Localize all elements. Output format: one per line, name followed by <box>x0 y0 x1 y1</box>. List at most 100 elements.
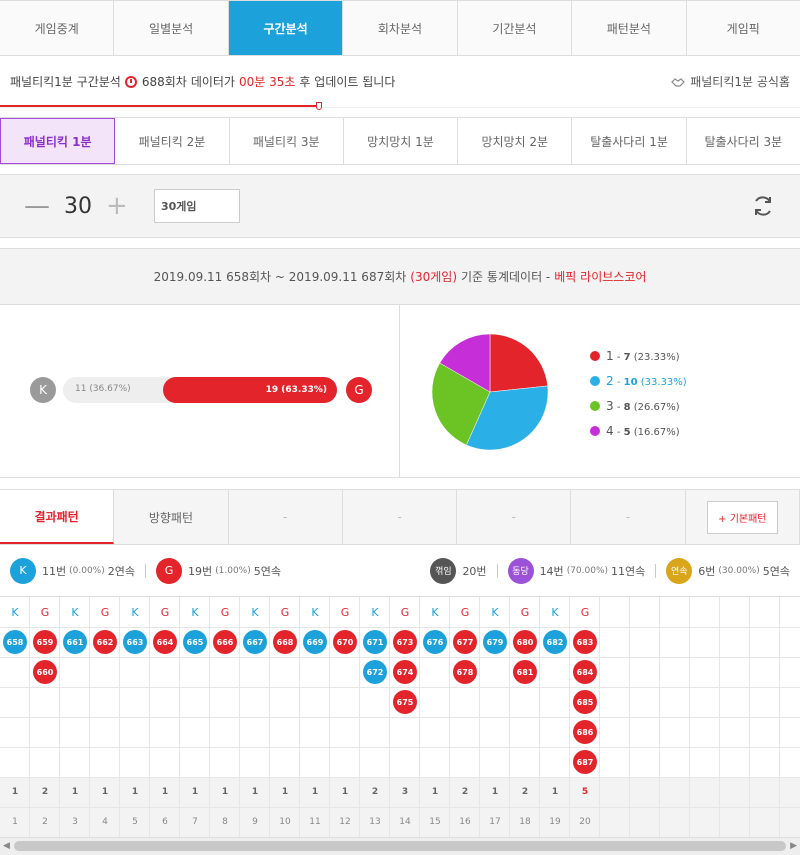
k-ball: 661 <box>63 630 87 654</box>
tab-direction-pattern[interactable]: 방향패턴 <box>114 490 229 544</box>
subtab-ladder-3[interactable]: 탈출사다리 3분 <box>687 118 800 164</box>
summary-g-pct: (1.00%) <box>215 565 251 576</box>
g-ball: 668 <box>273 630 297 654</box>
summary-g-badge: G <box>156 557 182 584</box>
legend-item-3: 3 - 8 (26.67%) <box>590 393 687 418</box>
summary-yeon-run: 5연속 <box>762 564 790 578</box>
grid-column <box>690 597 720 837</box>
summary-yeon-pct: (30.00%) <box>718 565 760 576</box>
g-ball: 670 <box>333 630 357 654</box>
plus-button[interactable]: + <box>106 191 136 221</box>
subtab-penalty-3[interactable]: 패널티킥 3분 <box>230 118 344 164</box>
run-count: 5 <box>581 787 589 797</box>
tab-result-pattern[interactable]: 결과패턴 <box>0 490 115 544</box>
pie-area: 1 - 7 (23.33%) 2 - 10 (33.33%) 3 - 8 (26.6… <box>400 305 800 477</box>
column-header: K <box>431 605 439 619</box>
game-count-control: — 30 + 30게임 <box>0 174 800 238</box>
summary-dong-count: 14번 <box>539 564 564 578</box>
column-header: K <box>191 605 199 619</box>
column-header: G <box>340 605 350 619</box>
legend-item-4: 4 - 5 (16.67%) <box>590 418 687 443</box>
scroll-left-icon[interactable]: ◀ <box>3 841 10 851</box>
column-index: 17 <box>489 817 501 827</box>
k-ball: 676 <box>423 630 447 654</box>
tab-period-analysis[interactable]: 기간분석 <box>458 1 573 55</box>
tab-section-analysis[interactable]: 구간분석 <box>228 1 344 55</box>
column-index: 11 <box>309 817 321 827</box>
minus-button[interactable]: — <box>24 191 54 221</box>
g-ball: 673 <box>393 630 417 654</box>
stat-header: 2019.09.11 658회차 ~ 2019.09.11 687회차 (30게… <box>0 248 800 304</box>
basic-pattern-button[interactable]: + 기본패턴 <box>707 500 778 534</box>
column-header: G <box>100 605 110 619</box>
column-index: 6 <box>162 817 168 827</box>
column-index: 2 <box>42 817 48 827</box>
kg-ratio: K 11 (36.67%) 19 (63.33%) G <box>0 305 400 477</box>
g-ratio-fill: 19 (63.33%) <box>163 377 337 403</box>
column-index: 1 <box>12 817 18 827</box>
summary-k-badge: K <box>10 557 36 584</box>
subtab-hammer-2[interactable]: 망치망치 2분 <box>458 118 573 164</box>
summary-k-run: 2연속 <box>107 564 135 578</box>
pie-slice-1 <box>489 333 548 393</box>
scroll-thumb[interactable] <box>14 841 786 851</box>
tab-daily-analysis[interactable]: 일별분석 <box>114 1 229 55</box>
grid-column <box>600 597 630 837</box>
run-count: 2 <box>461 787 469 797</box>
g-ball: 678 <box>453 660 477 684</box>
column-header: K <box>251 605 259 619</box>
grid-column <box>630 597 660 837</box>
legend-text: 1 - 7 (23.33%) <box>606 348 680 363</box>
legend-dot <box>590 400 600 411</box>
summary-g-count: 19번 <box>188 564 213 578</box>
k-ball: 671 <box>363 630 387 654</box>
column-header: G <box>280 605 290 619</box>
column-header: G <box>220 605 230 619</box>
g-ball: 686 <box>573 720 597 744</box>
g-ball: 664 <box>153 630 177 654</box>
g-ball: 685 <box>573 690 597 714</box>
subtab-hammer-1[interactable]: 망치망치 1분 <box>344 118 459 164</box>
column-index: 12 <box>339 817 351 827</box>
official-home-link[interactable]: 패널티킥1분 공식홈 <box>671 73 790 90</box>
horizontal-scrollbar[interactable]: ◀ ▶ <box>0 837 800 855</box>
game-count: 30 <box>64 193 92 219</box>
legend-dot <box>590 375 600 386</box>
run-count: 3 <box>401 787 409 797</box>
stat-text: 기준 통계데이터 - <box>461 270 551 284</box>
summary-yeon-badge: 연속 <box>666 557 693 584</box>
subtab-penalty-1[interactable]: 패널티킥 1분 <box>0 118 116 164</box>
run-count: 1 <box>131 787 139 797</box>
subtab-ladder-1[interactable]: 탈출사다리 1분 <box>572 118 687 164</box>
run-count: 1 <box>491 787 499 797</box>
column-index: 20 <box>579 817 591 827</box>
k-ball: 663 <box>123 630 147 654</box>
tab-game-pick[interactable]: 게임픽 <box>687 1 800 55</box>
legend-text: 4 - 5 (16.67%) <box>606 423 680 438</box>
tab-game-broadcast[interactable]: 게임중계 <box>0 1 115 55</box>
column-index: 13 <box>369 817 381 827</box>
game-subtabs: 패널티킥 1분 패널티킥 2분 패널티킥 3분 망치망치 1분 망치망치 2분 … <box>0 117 800 165</box>
refresh-icon[interactable] <box>750 193 776 219</box>
official-home-label: 패널티킥1분 공식홈 <box>690 75 790 89</box>
summary-flip-count: 20번 <box>462 564 487 578</box>
summary-k-count: 11번 <box>42 564 67 578</box>
divider <box>145 563 146 578</box>
tab-pattern-analysis[interactable]: 패턴분석 <box>572 1 687 55</box>
column-index: 19 <box>549 817 561 827</box>
basic-pattern-cell: + 기본패턴 <box>685 490 800 544</box>
summary-dong-pct: (70.00%) <box>566 565 609 576</box>
tab-empty-2: - <box>342 490 458 544</box>
clock-icon <box>124 75 137 88</box>
update-prefix: 패널티킥1분 구간분석 <box>10 75 121 89</box>
column-header: G <box>580 605 590 619</box>
tab-round-analysis[interactable]: 회차분석 <box>343 1 458 55</box>
tab-empty-3: - <box>457 490 572 544</box>
column-index: 15 <box>429 817 441 827</box>
stat-range: 2019.09.11 658회차 ~ 2019.09.11 687회차 <box>153 270 407 284</box>
game-count-input[interactable]: 30게임 <box>154 189 240 223</box>
subtab-penalty-2[interactable]: 패널티킥 2분 <box>115 118 230 164</box>
scroll-right-icon[interactable]: ▶ <box>790 841 797 851</box>
k-ball: 658 <box>3 630 27 654</box>
g-ball: 677 <box>453 630 477 654</box>
